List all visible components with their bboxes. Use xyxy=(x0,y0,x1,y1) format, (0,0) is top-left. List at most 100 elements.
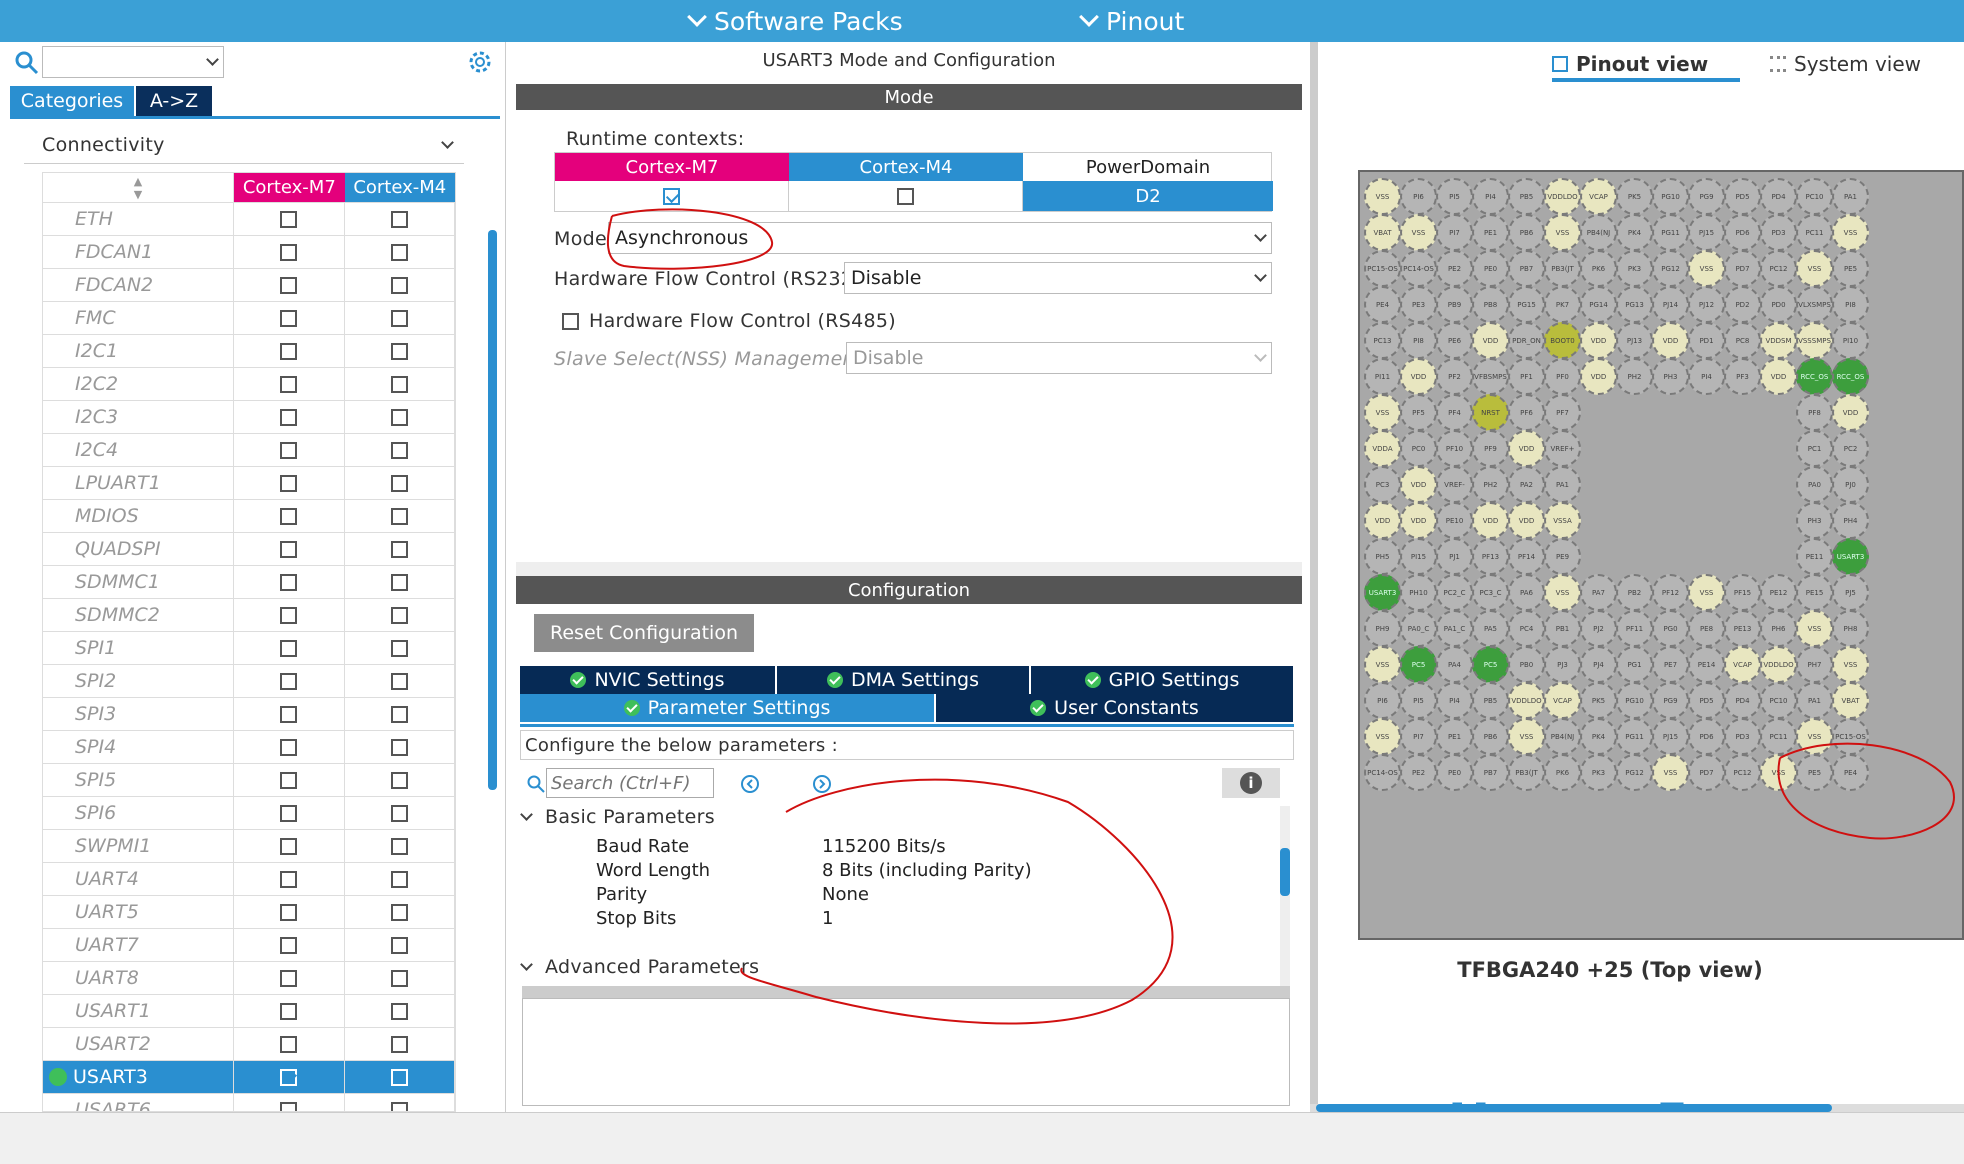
col-header-m7[interactable]: Cortex-M7 xyxy=(234,173,345,202)
checkbox-m7[interactable] xyxy=(280,672,298,690)
pinout-menu[interactable]: Pinout xyxy=(1079,4,1184,38)
table-row[interactable]: I2C1 xyxy=(43,335,455,368)
checkbox-m4[interactable] xyxy=(390,804,408,822)
cell-m4 xyxy=(345,764,455,796)
checkbox-m7[interactable] xyxy=(280,375,298,393)
checkbox-m4[interactable] xyxy=(390,276,408,294)
table-row[interactable]: SPI5 xyxy=(43,764,455,797)
table-row[interactable]: QUADSPI xyxy=(43,533,455,566)
table-row[interactable]: USART1 xyxy=(43,995,455,1028)
table-row[interactable]: FDCAN1 xyxy=(43,236,455,269)
checkbox-m4[interactable] xyxy=(390,1035,408,1053)
checkbox-m7[interactable] xyxy=(280,309,298,327)
checkbox-m7[interactable] xyxy=(280,837,298,855)
checkbox-m7[interactable] xyxy=(280,738,298,756)
checkbox-m7[interactable] xyxy=(280,243,298,261)
table-row[interactable]: I2C3 xyxy=(43,401,455,434)
checkbox-m4[interactable] xyxy=(390,375,408,393)
table-header: ▲ ▼ Cortex-M7 Cortex-M4 xyxy=(43,173,455,203)
checkbox-m4[interactable] xyxy=(390,606,408,624)
checkbox-m4[interactable] xyxy=(390,870,408,888)
checkbox-m4[interactable] xyxy=(390,474,408,492)
tab-categories[interactable]: Categories xyxy=(10,86,134,116)
checkbox-m7[interactable] xyxy=(280,408,298,426)
checkbox-m7[interactable] xyxy=(280,474,298,492)
software-packs-menu[interactable]: Software Packs xyxy=(687,4,903,38)
checkbox-m7[interactable] xyxy=(280,507,298,525)
checkbox-m7[interactable] xyxy=(280,540,298,558)
checkbox-m4[interactable] xyxy=(390,1002,408,1020)
table-row[interactable]: I2C2 xyxy=(43,368,455,401)
col-header-m4[interactable]: Cortex-M4 xyxy=(344,173,455,202)
cell-m4 xyxy=(345,929,455,961)
sort-icon[interactable]: ▲ ▼ xyxy=(43,173,235,202)
category-dropdown[interactable]: Connectivity xyxy=(24,126,464,164)
table-row[interactable]: MDIOS xyxy=(43,500,455,533)
checkbox-m7[interactable] xyxy=(280,1035,298,1053)
gear-icon[interactable] xyxy=(466,48,494,76)
table-row[interactable]: UART7 xyxy=(43,929,455,962)
checkbox-m7[interactable] xyxy=(280,573,298,591)
table-row[interactable]: ETH xyxy=(43,203,455,236)
checkbox-m7[interactable] xyxy=(280,969,298,987)
checkbox-m7[interactable] xyxy=(280,804,298,822)
left-scrollbar[interactable] xyxy=(488,230,497,790)
table-row[interactable]: FDCAN2 xyxy=(43,269,455,302)
checkbox-m4[interactable] xyxy=(390,969,408,987)
checkbox-m4[interactable] xyxy=(390,408,408,426)
table-row[interactable]: SPI1 xyxy=(43,632,455,665)
table-row[interactable]: USART3 xyxy=(43,1061,455,1094)
checkbox-m4[interactable] xyxy=(390,672,408,690)
checkbox-m7[interactable] xyxy=(280,870,298,888)
table-row[interactable]: SPI4 xyxy=(43,731,455,764)
checkbox-m7[interactable] xyxy=(280,1101,298,1111)
checkbox-m4[interactable] xyxy=(390,705,408,723)
table-row[interactable]: I2C4 xyxy=(43,434,455,467)
checkbox-m7[interactable] xyxy=(280,276,298,294)
table-row[interactable]: FMC xyxy=(43,302,455,335)
checkbox-m4[interactable] xyxy=(390,771,408,789)
checkbox-m4[interactable] xyxy=(390,342,408,360)
checkbox-m4[interactable] xyxy=(390,441,408,459)
table-row[interactable]: UART4 xyxy=(43,863,455,896)
checkbox-m7[interactable] xyxy=(280,441,298,459)
checkbox-m7[interactable] xyxy=(280,1002,298,1020)
checkbox-m7[interactable] xyxy=(280,771,298,789)
checkbox-m4[interactable] xyxy=(390,573,408,591)
checkbox-m4[interactable] xyxy=(390,540,408,558)
checkbox-m7[interactable] xyxy=(280,903,298,921)
checkbox-m7[interactable] xyxy=(280,210,298,228)
checkbox-m4[interactable] xyxy=(390,639,408,657)
table-row[interactable]: UART5 xyxy=(43,896,455,929)
table-row[interactable]: SWPMI1 xyxy=(43,830,455,863)
search-combo[interactable] xyxy=(42,46,224,78)
checkbox-m4[interactable] xyxy=(390,210,408,228)
checkbox-m4[interactable] xyxy=(390,936,408,954)
checkbox-m7[interactable] xyxy=(280,342,298,360)
checkbox-m4[interactable] xyxy=(390,903,408,921)
table-row[interactable]: SDMMC1 xyxy=(43,566,455,599)
table-row[interactable]: LPUART1 xyxy=(43,467,455,500)
checkbox-m4[interactable] xyxy=(390,738,408,756)
table-row[interactable]: USART2 xyxy=(43,1028,455,1061)
table-row[interactable]: UART8 xyxy=(43,962,455,995)
checkbox-m7[interactable] xyxy=(280,705,298,723)
checkbox-m7[interactable] xyxy=(280,1068,298,1086)
tab-a-z[interactable]: A->Z xyxy=(136,86,212,116)
checkbox-m4[interactable] xyxy=(390,1068,408,1086)
table-row[interactable]: SDMMC2 xyxy=(43,599,455,632)
peripheral-label: I2C1 xyxy=(75,340,119,362)
checkbox-m4[interactable] xyxy=(390,507,408,525)
checkbox-m7[interactable] xyxy=(280,606,298,624)
table-row[interactable]: USART6 xyxy=(43,1094,455,1111)
checkbox-m4[interactable] xyxy=(390,837,408,855)
search-icon[interactable] xyxy=(14,50,40,76)
checkbox-m4[interactable] xyxy=(390,309,408,327)
checkbox-m4[interactable] xyxy=(390,1101,408,1111)
checkbox-m7[interactable] xyxy=(280,639,298,657)
table-row[interactable]: SPI2 xyxy=(43,665,455,698)
table-row[interactable]: SPI6 xyxy=(43,797,455,830)
checkbox-m4[interactable] xyxy=(390,243,408,261)
checkbox-m7[interactable] xyxy=(280,936,298,954)
table-row[interactable]: SPI3 xyxy=(43,698,455,731)
